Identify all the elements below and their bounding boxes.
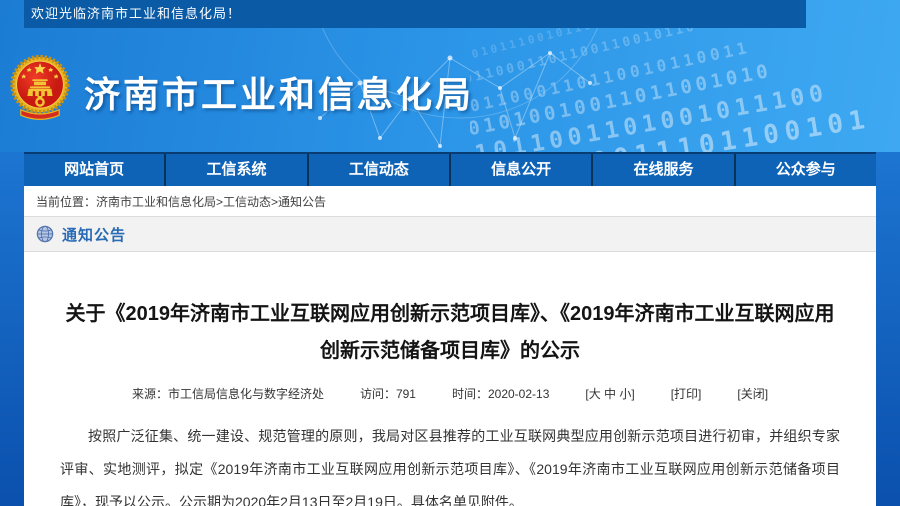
meta-visits: 访问：791 <box>360 385 416 402</box>
welcome-message: 欢迎光临济南市工业和信息化局！ <box>24 0 806 28</box>
meta-time: 时间：2020-02-13 <box>452 385 549 402</box>
nav-item-public[interactable]: 公众参与 <box>734 154 876 186</box>
breadcrumb[interactable]: 当前位置：济南市工业和信息化局>工信动态>通知公告 <box>24 186 876 216</box>
nav-item-home[interactable]: 网站首页 <box>24 154 164 186</box>
nav-item-system[interactable]: 工信系统 <box>164 154 306 186</box>
section-header: 通知公告 <box>24 216 876 252</box>
content-area: 当前位置：济南市工业和信息化局>工信动态>通知公告 通知公告 关于《2019年济… <box>24 186 876 506</box>
nav-item-info[interactable]: 信息公开 <box>449 154 591 186</box>
article-body: 按照广泛征集、统一建设、规范管理的原则，我局对区县推荐的工业互联网典型应用创新示… <box>60 420 840 506</box>
print-button[interactable]: [打印] <box>671 385 702 402</box>
article-meta: 来源：市工信局信息化与数字经济处 访问：791 时间：2020-02-13 [大… <box>60 385 840 402</box>
main-navigation: 网站首页 工信系统 工信动态 信息公开 在线服务 公众参与 <box>24 152 876 186</box>
site-header: 10010111001011001101001 0101100011011001… <box>0 0 900 152</box>
article-title: 关于《2019年济南市工业互联网应用创新示范项目库》、《2019年济南市工业互联… <box>60 296 840 370</box>
national-emblem-icon <box>10 46 70 134</box>
font-size-control[interactable]: [大 中 小] <box>585 385 634 402</box>
nav-item-service[interactable]: 在线服务 <box>591 154 733 186</box>
nav-item-news[interactable]: 工信动态 <box>307 154 449 186</box>
close-button[interactable]: [关闭] <box>737 385 768 402</box>
section-title: 通知公告 <box>62 224 126 245</box>
paragraph: 按照广泛征集、统一建设、规范管理的原则，我局对区县推荐的工业互联网典型应用创新示… <box>60 420 840 506</box>
meta-source: 来源：市工信局信息化与数字经济处 <box>132 385 324 402</box>
site-title: 济南市工业和信息化局 <box>84 66 474 118</box>
article: 关于《2019年济南市工业互联网应用创新示范项目库》、《2019年济南市工业互联… <box>24 296 876 506</box>
globe-icon <box>36 225 54 243</box>
